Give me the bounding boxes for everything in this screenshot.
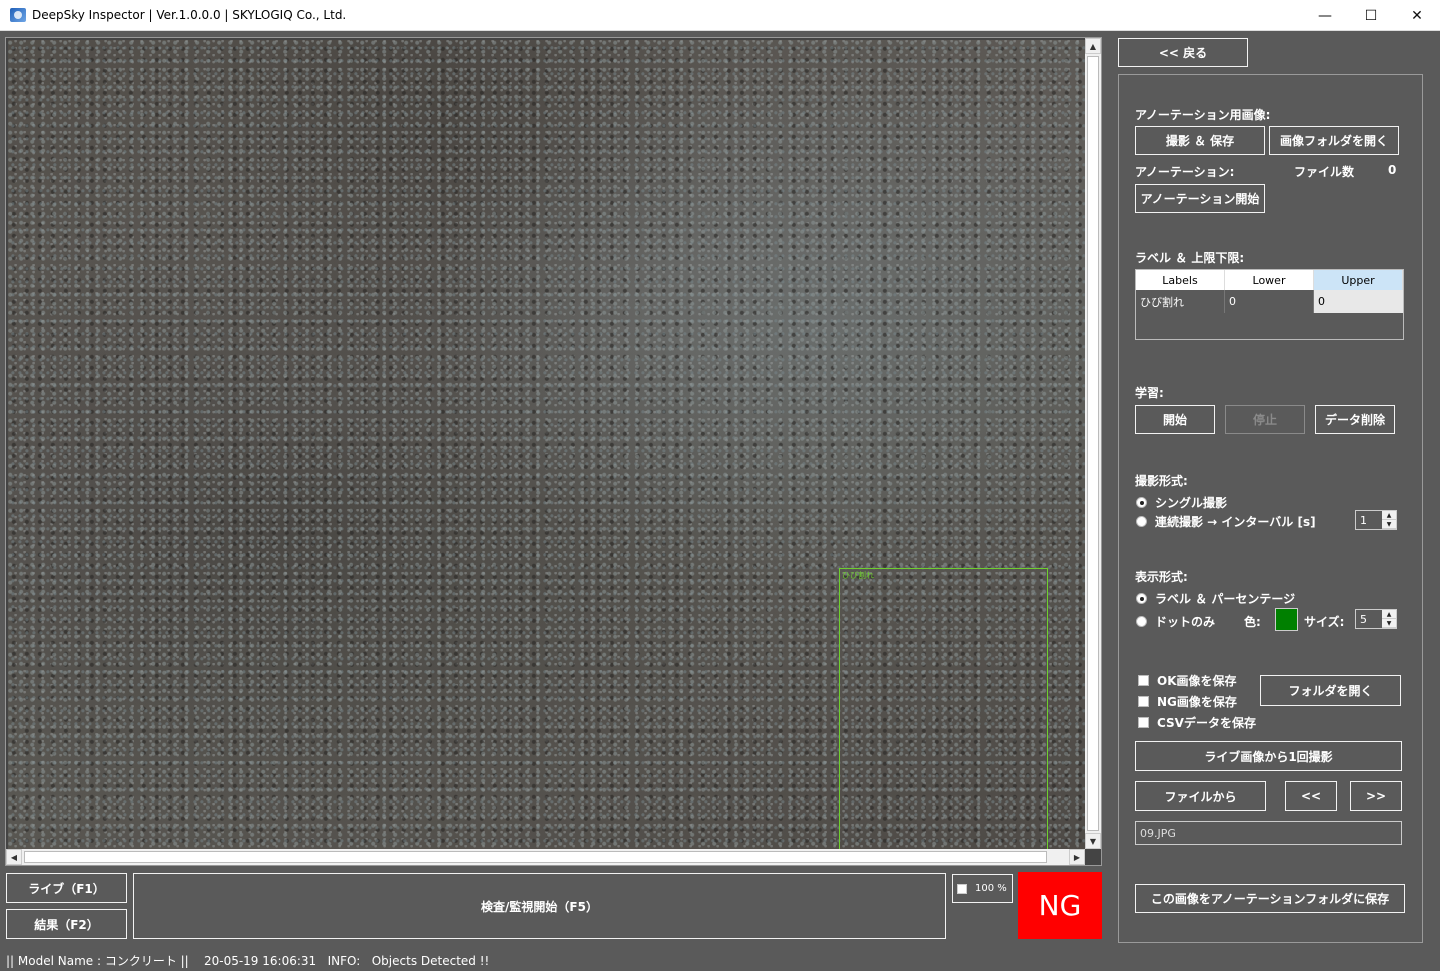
single-capture-radio[interactable]	[1136, 497, 1147, 508]
zoom-checkbox[interactable]	[957, 883, 967, 894]
save-ok-label: OK画像を保存	[1157, 674, 1237, 688]
label-percent-radio[interactable]	[1136, 593, 1147, 604]
save-ok-option[interactable]: OK画像を保存	[1138, 672, 1237, 689]
live-button[interactable]: ライブ（F1）	[6, 873, 127, 903]
save-ok-checkbox[interactable]	[1138, 675, 1149, 686]
label-percent-label: ラベル ＆ パーセンテージ	[1155, 592, 1296, 606]
dot-only-option[interactable]: ドットのみ	[1136, 613, 1215, 630]
scroll-left-icon[interactable]: ◀	[6, 849, 22, 865]
label-limits-label: ラベル ＆ 上限下限:	[1135, 251, 1245, 265]
color-label: 色:	[1244, 615, 1261, 629]
interval-stepper[interactable]: 1 ▲ ▼	[1355, 510, 1397, 530]
zoom-value: 100 %	[975, 883, 1007, 894]
current-file-field[interactable]: 09.JPG	[1135, 821, 1402, 845]
inspect-start-button[interactable]: 検査/監視開始（F5）	[133, 873, 946, 939]
training-label: 学習:	[1135, 386, 1164, 400]
grid-cell-upper[interactable]: 0	[1314, 290, 1403, 313]
save-ng-checkbox[interactable]	[1138, 696, 1149, 707]
single-capture-option[interactable]: シングル撮影	[1136, 494, 1227, 511]
window-controls: — ☐ ✕	[1302, 0, 1440, 31]
close-button[interactable]: ✕	[1394, 0, 1440, 31]
result-button[interactable]: 結果（F2）	[6, 909, 127, 939]
dot-color-swatch[interactable]	[1275, 608, 1298, 631]
label-limits-grid[interactable]: Labels Lower Upper ひび割れ 0 0	[1135, 269, 1404, 340]
chevron-up-icon[interactable]: ▲	[1382, 610, 1396, 619]
save-csv-checkbox[interactable]	[1138, 717, 1149, 728]
single-capture-label: シングル撮影	[1155, 496, 1228, 510]
open-image-folder-button[interactable]: 画像フォルダを開く	[1269, 126, 1399, 155]
from-file-button[interactable]: ファイルから	[1135, 781, 1266, 811]
train-stop-button[interactable]: 停止	[1225, 405, 1305, 434]
zoom-control[interactable]: 100 %	[952, 874, 1013, 903]
chevron-up-icon[interactable]: ▲	[1382, 511, 1396, 520]
scroll-right-icon[interactable]: ▶	[1069, 849, 1085, 865]
save-csv-option[interactable]: CSVデータを保存	[1138, 714, 1256, 731]
display-mode-label: 表示形式:	[1135, 570, 1188, 584]
chevron-down-icon[interactable]: ▼	[1382, 520, 1396, 529]
window-title: DeepSky Inspector | Ver.1.0.0.0 | SKYLOG…	[32, 8, 347, 22]
vertical-scroll-thumb[interactable]	[1087, 56, 1099, 831]
horizontal-scroll-thumb[interactable]	[24, 851, 1047, 863]
scroll-up-icon[interactable]: ▲	[1085, 38, 1101, 54]
file-count-value: 0	[1388, 163, 1397, 177]
data-delete-button[interactable]: データ削除	[1315, 405, 1395, 434]
annotation-label: アノーテーション:	[1135, 165, 1235, 179]
minimize-button[interactable]: —	[1302, 0, 1348, 31]
size-label: サイズ:	[1304, 615, 1345, 629]
app-icon	[10, 8, 26, 22]
grid-header-labels[interactable]: Labels	[1136, 270, 1225, 290]
interval-value[interactable]: 1	[1356, 514, 1382, 527]
image-viewport[interactable]: ひび割れ ▲ ▼ ◀ ▶	[5, 37, 1102, 866]
train-start-button[interactable]: 開始	[1135, 405, 1215, 434]
inspection-image: ひび割れ	[8, 40, 1085, 851]
continuous-capture-radio[interactable]	[1136, 516, 1147, 527]
grid-header: Labels Lower Upper	[1136, 270, 1403, 290]
chevron-down-icon[interactable]: ▼	[1382, 619, 1396, 628]
grid-cell-lower[interactable]: 0	[1225, 290, 1314, 313]
file-count-label: ファイル数	[1294, 165, 1355, 179]
prev-file-button[interactable]: <<	[1285, 781, 1337, 811]
table-row[interactable]: ひび割れ 0 0	[1136, 290, 1403, 313]
live-capture-once-button[interactable]: ライブ画像から1回撮影	[1135, 741, 1402, 771]
capture-mode-label: 撮影形式:	[1135, 474, 1188, 488]
title-bar: DeepSky Inspector | Ver.1.0.0.0 | SKYLOG…	[0, 0, 1440, 31]
open-folder-button[interactable]: フォルダを開く	[1260, 675, 1401, 706]
annotation-image-label: アノーテーション用画像:	[1135, 108, 1271, 122]
save-csv-label: CSVデータを保存	[1157, 716, 1256, 730]
save-ng-option[interactable]: NG画像を保存	[1138, 693, 1237, 710]
horizontal-scrollbar[interactable]: ◀ ▶	[6, 849, 1085, 865]
detection-box: ひび割れ	[839, 568, 1048, 851]
verdict-badge: NG	[1018, 872, 1102, 939]
continuous-capture-label: 連続撮影 → インターバル [s]	[1155, 515, 1316, 529]
grid-header-lower[interactable]: Lower	[1225, 270, 1314, 290]
dot-only-label: ドットのみ	[1155, 615, 1216, 629]
detection-label: ひび割れ	[842, 571, 874, 580]
size-value[interactable]: 5	[1356, 613, 1382, 626]
grid-cell-label[interactable]: ひび割れ	[1136, 290, 1225, 313]
capture-save-button[interactable]: 撮影 ＆ 保存	[1135, 126, 1265, 155]
size-stepper[interactable]: 5 ▲ ▼	[1355, 609, 1397, 629]
maximize-button[interactable]: ☐	[1348, 0, 1394, 31]
scroll-down-icon[interactable]: ▼	[1085, 833, 1101, 849]
annotation-start-button[interactable]: アノーテーション開始	[1135, 184, 1265, 213]
grid-header-upper[interactable]: Upper	[1314, 270, 1403, 290]
continuous-capture-option[interactable]: 連続撮影 → インターバル [s]	[1136, 513, 1316, 530]
size-arrows[interactable]: ▲ ▼	[1382, 610, 1396, 628]
label-percent-option[interactable]: ラベル ＆ パーセンテージ	[1136, 590, 1295, 607]
save-ng-label: NG画像を保存	[1157, 695, 1237, 709]
vertical-scrollbar[interactable]: ▲ ▼	[1085, 38, 1101, 849]
interval-arrows[interactable]: ▲ ▼	[1382, 511, 1396, 529]
next-file-button[interactable]: >>	[1350, 781, 1402, 811]
back-button[interactable]: << 戻る	[1118, 38, 1248, 67]
save-to-annotation-button[interactable]: この画像をアノーテーションフォルダに保存	[1135, 884, 1405, 913]
status-bar: || Model Name : コンクリート || 20-05-19 16:06…	[0, 950, 1440, 971]
dot-only-radio[interactable]	[1136, 616, 1147, 627]
